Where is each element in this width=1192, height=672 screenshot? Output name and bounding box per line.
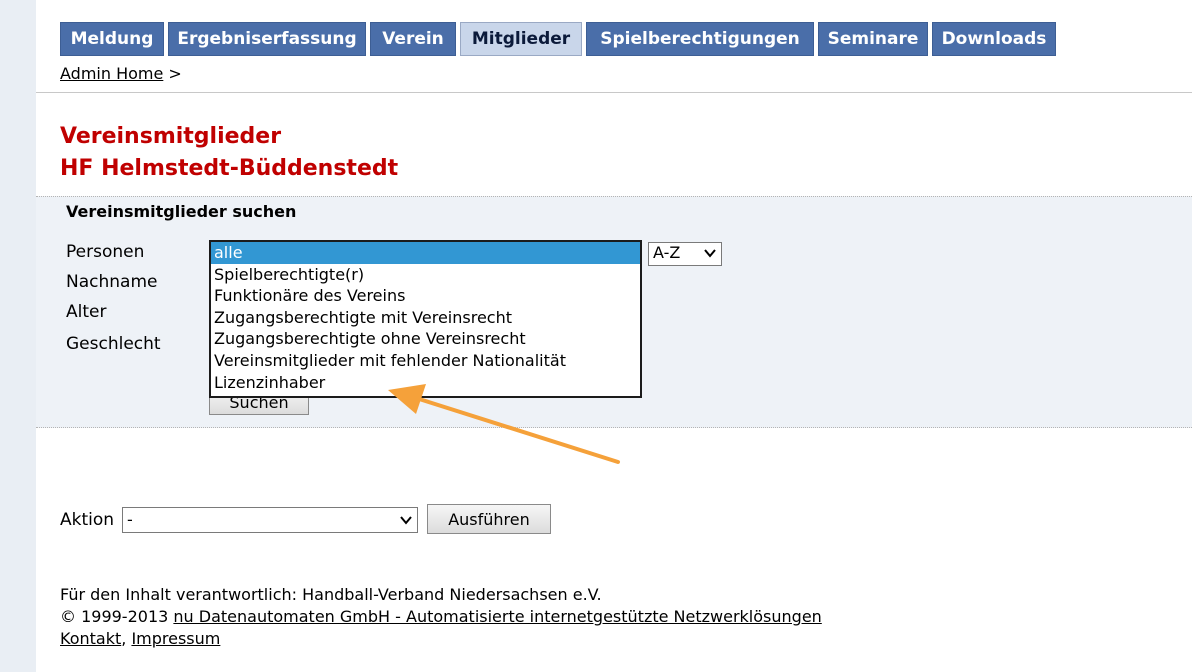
divider	[36, 92, 1192, 93]
footer-comma: ,	[121, 629, 127, 648]
action-select-value: -	[127, 510, 133, 529]
footer-links: Kontakt, Impressum	[60, 628, 822, 650]
chevron-down-icon	[400, 516, 412, 525]
breadcrumb-separator: >	[168, 64, 182, 83]
action-select[interactable]: -	[122, 507, 418, 533]
label-personen: Personen	[66, 242, 145, 262]
personen-option[interactable]: Vereinsmitglieder mit fehlender National…	[211, 350, 640, 372]
footer-responsible: Für den Inhalt verantwortlich: Handball-…	[60, 585, 602, 604]
sort-select[interactable]: A-Z	[648, 242, 722, 266]
page-subtitle: HF Helmstedt-Büddenstedt	[60, 156, 399, 181]
copyright-prefix: © 1999-2013	[60, 607, 174, 626]
personen-option[interactable]: Zugangsberechtigte mit Vereinsrecht	[211, 307, 640, 329]
annotation-arrow-icon	[388, 384, 620, 464]
label-geschlecht: Geschlecht	[66, 334, 161, 354]
page-title: Vereinsmitglieder	[60, 124, 282, 149]
sort-select-value: A-Z	[653, 243, 681, 262]
page-canvas: Meldung Ergebniserfassung Verein Mitglie…	[36, 0, 1192, 672]
personen-option[interactable]: Zugangsberechtigte ohne Vereinsrecht	[211, 328, 640, 350]
personen-option[interactable]: Funktionäre des Vereins	[211, 285, 640, 307]
search-heading: Vereinsmitglieder suchen	[66, 202, 297, 221]
kontakt-link[interactable]: Kontakt	[60, 629, 121, 648]
breadcrumb-admin-home-link[interactable]: Admin Home	[60, 64, 163, 83]
chevron-down-icon	[704, 249, 716, 258]
tab-spielberechtigungen[interactable]: Spielberechtigungen	[586, 22, 814, 56]
label-aktion: Aktion	[60, 510, 115, 530]
nu-datenautomaten-link[interactable]: nu Datenautomaten GmbH - Automatisierte …	[173, 607, 821, 626]
tab-mitglieder[interactable]: Mitglieder	[460, 22, 582, 56]
tab-downloads[interactable]: Downloads	[932, 22, 1056, 56]
tab-meldung[interactable]: Meldung	[60, 22, 164, 56]
label-alter: Alter	[66, 302, 107, 322]
execute-button[interactable]: Ausführen	[427, 504, 551, 534]
breadcrumb: Admin Home >	[60, 64, 182, 83]
impressum-link[interactable]: Impressum	[131, 629, 220, 648]
personen-option[interactable]: Spielberechtigte(r)	[211, 264, 640, 286]
tab-verein[interactable]: Verein	[370, 22, 456, 56]
label-nachname: Nachname	[66, 272, 158, 292]
tab-seminare[interactable]: Seminare	[818, 22, 928, 56]
personen-option[interactable]: alle	[211, 242, 640, 264]
tab-ergebniserfassung[interactable]: Ergebniserfassung	[168, 22, 366, 56]
footer: Für den Inhalt verantwortlich: Handball-…	[60, 584, 822, 650]
footer-copyright: © 1999-2013 nu Datenautomaten GmbH - Aut…	[60, 606, 822, 628]
